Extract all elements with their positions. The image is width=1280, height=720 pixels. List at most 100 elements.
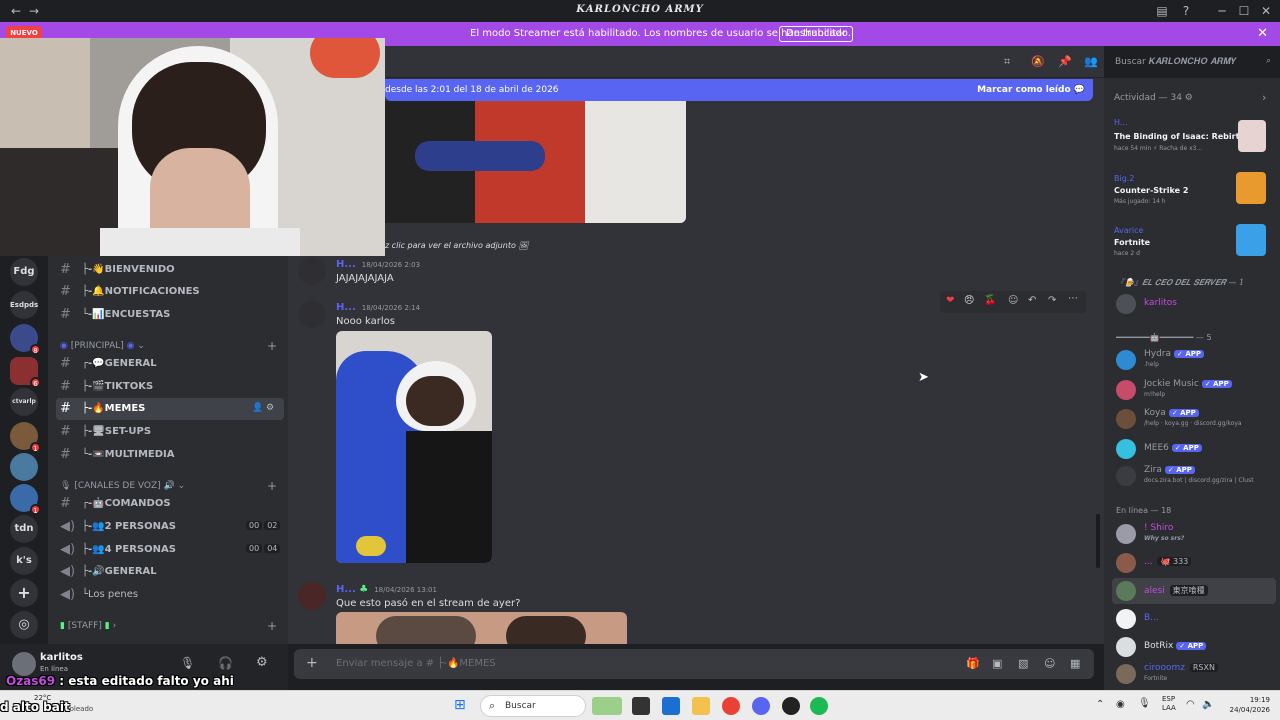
inbox-icon[interactable]: ▤ [1154, 3, 1170, 19]
wifi-icon[interactable]: ◠ [1186, 699, 1195, 710]
mic-icon[interactable]: 🎙 [180, 656, 195, 670]
disable-streamer-button[interactable]: Deshabilitar [779, 26, 854, 42]
maximize-icon[interactable]: ☐ [1236, 3, 1252, 19]
app-icon[interactable] [782, 697, 800, 715]
help-icon[interactable]: ? [1178, 3, 1194, 19]
member-item[interactable]: Jockie Music ✓ APP m!help [1116, 378, 1276, 402]
member-item[interactable]: alesi 東京喰種 [1116, 579, 1276, 603]
microphone-icon[interactable]: 🎙 [1138, 698, 1151, 709]
avatar[interactable] [298, 300, 326, 328]
discord-icon[interactable] [752, 697, 770, 715]
more-icon[interactable]: ⋯ [1068, 293, 1078, 304]
message-composer[interactable]: + Enviar mensaje a # ├-🔥MEMES 🎁 ▣ ▧ ☺ ▦ [294, 649, 1094, 679]
member-item[interactable]: MEE6 ✓ APP [1116, 437, 1276, 461]
member-item[interactable]: BotRix ✓ APP [1116, 635, 1276, 659]
server-icon[interactable]: 8 [10, 324, 41, 355]
language-indicator[interactable]: ESP LAA [1162, 695, 1176, 713]
attachment-image[interactable] [336, 331, 492, 563]
attachment-image[interactable] [385, 101, 686, 223]
message-author[interactable]: H... ♣ 18/04/2026 13:01 [336, 584, 437, 595]
reply-icon[interactable]: ↶ [1028, 295, 1036, 306]
add-channel-icon[interactable]: + [267, 479, 277, 493]
avatar[interactable] [298, 257, 326, 285]
member-item[interactable]: Zira ✓ APP docs.zira.bot | discord.gg/zira… [1116, 464, 1276, 488]
volume-icon[interactable]: 🔈 [1202, 699, 1214, 710]
server-icon[interactable]: 1 [10, 484, 41, 515]
member-list-icon[interactable]: 👥 [1084, 55, 1098, 68]
server-esdpds[interactable]: Esdpds [10, 291, 38, 319]
add-channel-icon[interactable]: + [267, 619, 277, 633]
category-voz[interactable]: 🎙 [CANALES DE VOZ] 🔊 ⌄ + [60, 479, 277, 493]
file-explorer-icon[interactable] [692, 697, 710, 715]
scrollbar-thumb[interactable] [1096, 514, 1100, 568]
minimize-icon[interactable]: ─ [1214, 3, 1230, 19]
add-reaction-icon[interactable]: ☺ [1008, 295, 1018, 306]
emoji-icon[interactable]: ☺ [1044, 657, 1055, 670]
avatar[interactable] [12, 652, 36, 676]
cherry-reaction-icon[interactable]: 🍒 [984, 295, 996, 306]
member-item[interactable]: ! Shiro Why so srs? [1116, 522, 1276, 546]
mark-as-read-button[interactable]: Marcar como leído 💬 [977, 85, 1085, 95]
activity-header[interactable]: Actividad — 34 ⚙ [1114, 93, 1193, 103]
chevron-right-icon[interactable]: › [1262, 91, 1266, 104]
add-channel-icon[interactable]: + [267, 339, 277, 353]
attach-plus-icon[interactable]: + [306, 655, 318, 671]
add-server-icon[interactable]: + [10, 579, 38, 607]
chrome-icon[interactable] [722, 697, 740, 715]
pin-icon[interactable]: 📌 [1058, 55, 1072, 68]
member-item[interactable]: karlitos [1116, 292, 1276, 316]
close-banner-icon[interactable]: ✕ [1257, 26, 1268, 41]
store-icon[interactable] [662, 697, 680, 715]
mute-bell-icon[interactable]: 🔕 [1031, 55, 1045, 68]
headphones-icon[interactable]: 🎧 [218, 656, 233, 670]
voice-channel-4-personas[interactable]: ◀) ├-👥4 PERSONAS 00 04 [56, 539, 284, 561]
channel-comandos[interactable]: # ┌-🤖COMANDOS [56, 493, 284, 515]
channel-tiktoks[interactable]: # ├-🎬TIKTOKS [56, 376, 284, 398]
apps-icon[interactable]: ▦ [1070, 657, 1080, 670]
channel-bienvenido[interactable]: # ├-👋BIENVENIDO [56, 259, 284, 281]
gift-icon[interactable]: 🎁 [966, 657, 980, 670]
new-messages-bar[interactable]: desde las 2:01 del 18 de abril de 2026 M… [385, 79, 1093, 101]
message-author[interactable]: H... 18/04/2026 2:14 [336, 302, 420, 313]
heart-reaction-icon[interactable]: ❤ [946, 295, 954, 306]
member-item[interactable]: cirooomz RSXN Fortnite [1116, 662, 1276, 686]
category-staff[interactable]: ▮ [STAFF] ▮ › + [60, 619, 277, 633]
gear-icon[interactable]: ⚙ [266, 403, 274, 413]
server-ks[interactable]: k's [10, 547, 38, 575]
forward-icon[interactable]: ↷ [1048, 295, 1056, 306]
search-input[interactable]: Buscar 𝑲𝑨𝑹𝑳𝑶𝑵𝑪𝑯𝑶 𝑨𝑹𝑴𝒀 ⌕ [1110, 51, 1276, 73]
sticker-icon[interactable]: ▧ [1018, 657, 1028, 670]
channel-setups[interactable]: # ├-🖥SET-UPS [56, 421, 284, 443]
attachment-image[interactable] [336, 612, 627, 644]
member-item[interactable]: Hydra ✓ APP .help [1116, 348, 1276, 372]
server-icon[interactable]: 6 [10, 357, 41, 388]
angry-reaction-icon[interactable]: 😠 [964, 295, 974, 306]
voice-channel-general[interactable]: ◀) ├-🔊GENERAL [56, 561, 284, 583]
channel-memes[interactable]: # ├-🔥MEMES 👤 ⚙ [56, 398, 284, 420]
member-item[interactable]: Koya ✓ APP/help · koya.gg · discord.gg/ko… [1116, 407, 1276, 431]
server-tdn[interactable]: tdn [10, 515, 38, 543]
invite-icon[interactable]: 👤 [252, 403, 263, 413]
channel-multimedia[interactable]: # └-📼MULTIMEDIA [56, 444, 284, 466]
server-icon[interactable]: 1 [10, 422, 41, 453]
task-view-icon[interactable] [632, 697, 650, 715]
tray-icon[interactable]: ◉ [1116, 699, 1125, 710]
message-author[interactable]: H... 18/04/2026 2:03 [336, 259, 420, 270]
attachment-caption[interactable]: z clic para ver el archivo adjunto 🖼 [385, 241, 529, 250]
category-principal[interactable]: ◉ [PRINCIPAL] ◉ ⌄ + [60, 339, 277, 353]
channel-notificaciones[interactable]: # ├-🔔NOTIFICACIONES [56, 281, 284, 303]
avatar[interactable] [298, 582, 326, 610]
widgets-icon[interactable] [592, 697, 622, 715]
gif-icon[interactable]: ▣ [992, 657, 1002, 670]
user-settings-gear-icon[interactable]: ⚙ [256, 655, 268, 670]
server-ctvarlp[interactable]: ctvarlp [10, 388, 38, 416]
channel-encuestas[interactable]: # └-📊ENCUESTAS [56, 304, 284, 326]
explore-icon[interactable]: ◎ [10, 611, 38, 639]
taskbar-search[interactable]: ⌕ Buscar [480, 695, 586, 717]
spotify-icon[interactable] [810, 697, 828, 715]
member-item[interactable]: B... [1116, 607, 1276, 631]
member-item[interactable]: ... 🐙 333 [1116, 551, 1276, 575]
server-icon[interactable] [10, 453, 38, 481]
windows-start-icon[interactable]: ⊞ [454, 697, 466, 713]
threads-icon[interactable]: ⌗ [1004, 55, 1010, 69]
